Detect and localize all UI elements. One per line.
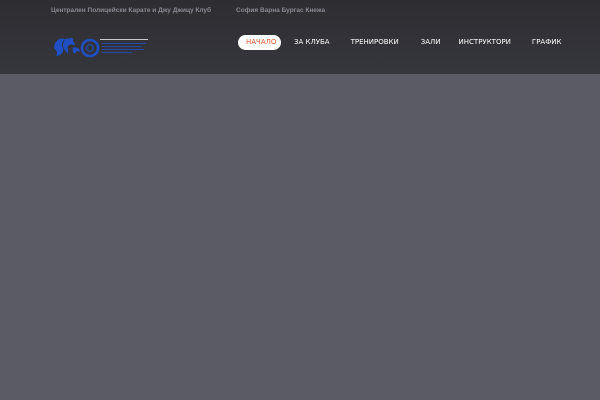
site-header: Централен Полицейски Карате и Джу Джицу …: [0, 0, 600, 74]
nav-item-about[interactable]: ЗА КЛУБА: [294, 35, 330, 50]
cities-text: София Варна Бургас Кнежа: [236, 6, 326, 14]
club-name-text: Централен Полицейски Карате и Джу Джицу …: [51, 6, 212, 14]
main-nav: НАЧАЛО ЗА КЛУБА ТРЕНИРОВКИ ЗАЛИ ИНСТРУКТ…: [238, 34, 561, 50]
nav-item-instructors[interactable]: ИНСТРУКТОРИ: [459, 35, 511, 50]
nav-item-schedule[interactable]: ГРАФИК: [532, 35, 562, 50]
hero-section: [0, 74, 600, 400]
club-logo-icon: [54, 37, 148, 58]
club-logo[interactable]: [51, 34, 151, 60]
nav-item-trainings[interactable]: ТРЕНИРОВКИ: [351, 35, 399, 50]
top-bar: Централен Полицейски Карате и Джу Джицу …: [51, 5, 325, 15]
nav-item-home[interactable]: НАЧАЛО: [238, 34, 281, 50]
nav-item-halls[interactable]: ЗАЛИ: [421, 35, 441, 50]
